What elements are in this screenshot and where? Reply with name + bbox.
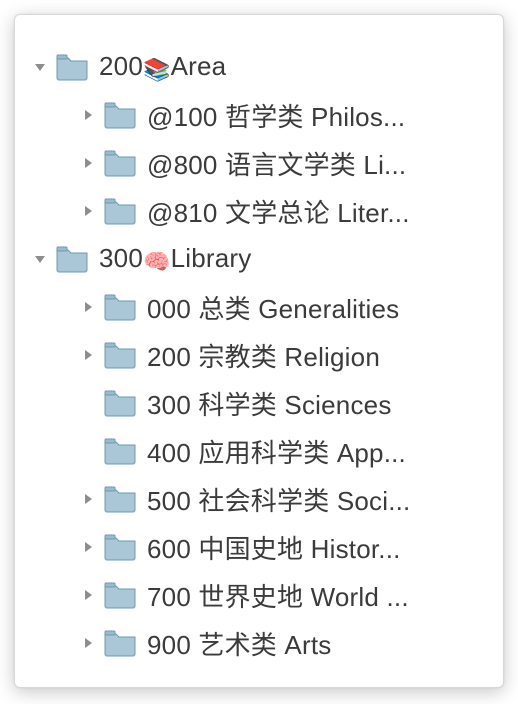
folder-icon <box>103 484 137 514</box>
disclosure-right-icon[interactable] <box>79 202 97 220</box>
disclosure-right-icon[interactable] <box>79 346 97 364</box>
tree-item[interactable]: @810 文学总论 Liter... <box>31 187 483 235</box>
tree-item-label: 500 社会科学类 Soci... <box>147 481 483 518</box>
tree-item[interactable]: 500 社会科学类 Soci... <box>31 475 483 523</box>
tree-item-label: 300 科学类 Sciences <box>147 385 483 422</box>
folder-icon <box>55 244 89 274</box>
tree-item[interactable]: @100 哲学类 Philos... <box>31 91 483 139</box>
folder-icon <box>103 580 137 610</box>
folder-icon <box>103 340 137 370</box>
tree-item[interactable]: 200 宗教类 Religion <box>31 331 483 379</box>
disclosure-right-icon[interactable] <box>79 538 97 556</box>
disclosure-down-icon[interactable] <box>31 250 49 268</box>
folder-icon <box>103 532 137 562</box>
disclosure-right-icon[interactable] <box>79 106 97 124</box>
tree-item-label: 000 总类 Generalities <box>147 289 483 326</box>
tree-group-header[interactable]: 200📚Area <box>31 43 483 91</box>
tree-item-label: 700 世界史地 World ... <box>147 577 483 614</box>
tree-item-label: 400 应用科学类 App... <box>147 433 483 470</box>
tree-item[interactable]: 300 科学类 Sciences <box>31 379 483 427</box>
disclosure-down-icon[interactable] <box>31 58 49 76</box>
tree-item-label: 900 艺术类 Arts <box>147 625 483 662</box>
tree-item[interactable]: 400 应用科学类 App... <box>31 427 483 475</box>
tree-item[interactable]: @800 语言文学类 Li... <box>31 139 483 187</box>
disclosure-right-icon[interactable] <box>79 634 97 652</box>
folder-icon <box>103 628 137 658</box>
disclosure-right-icon[interactable] <box>79 586 97 604</box>
books-icon: 📚 <box>143 57 171 83</box>
tree-item-label: 600 中国史地 Histor... <box>147 529 483 566</box>
folder-icon <box>103 100 137 130</box>
folder-icon <box>103 196 137 226</box>
tree-item-label: @100 哲学类 Philos... <box>147 97 483 134</box>
disclosure-right-icon[interactable] <box>79 490 97 508</box>
folder-icon <box>103 292 137 322</box>
tree-item-label: @810 文学总论 Liter... <box>147 193 483 230</box>
folder-icon <box>103 388 137 418</box>
tree-item-label: @800 语言文学类 Li... <box>147 145 483 182</box>
tree-item[interactable]: 000 总类 Generalities <box>31 283 483 331</box>
disclosure-right-icon[interactable] <box>79 154 97 172</box>
folder-icon <box>103 436 137 466</box>
finder-sidebar-window: 200📚Area @100 哲学类 Philos... @800 语言文学类 L… <box>14 14 504 688</box>
disclosure-right-icon[interactable] <box>79 298 97 316</box>
tree-group-label: 200📚Area <box>99 51 483 83</box>
tree-item[interactable]: 700 世界史地 World ... <box>31 571 483 619</box>
folder-icon <box>55 52 89 82</box>
tree-group-label: 300🧠Library <box>99 243 483 275</box>
folder-icon <box>103 148 137 178</box>
tree-group-header[interactable]: 300🧠Library <box>31 235 483 283</box>
tree-item-label: 200 宗教类 Religion <box>147 337 483 374</box>
brain-icon: 🧠 <box>143 249 171 275</box>
tree-item[interactable]: 900 艺术类 Arts <box>31 619 483 667</box>
tree-item[interactable]: 600 中国史地 Histor... <box>31 523 483 571</box>
